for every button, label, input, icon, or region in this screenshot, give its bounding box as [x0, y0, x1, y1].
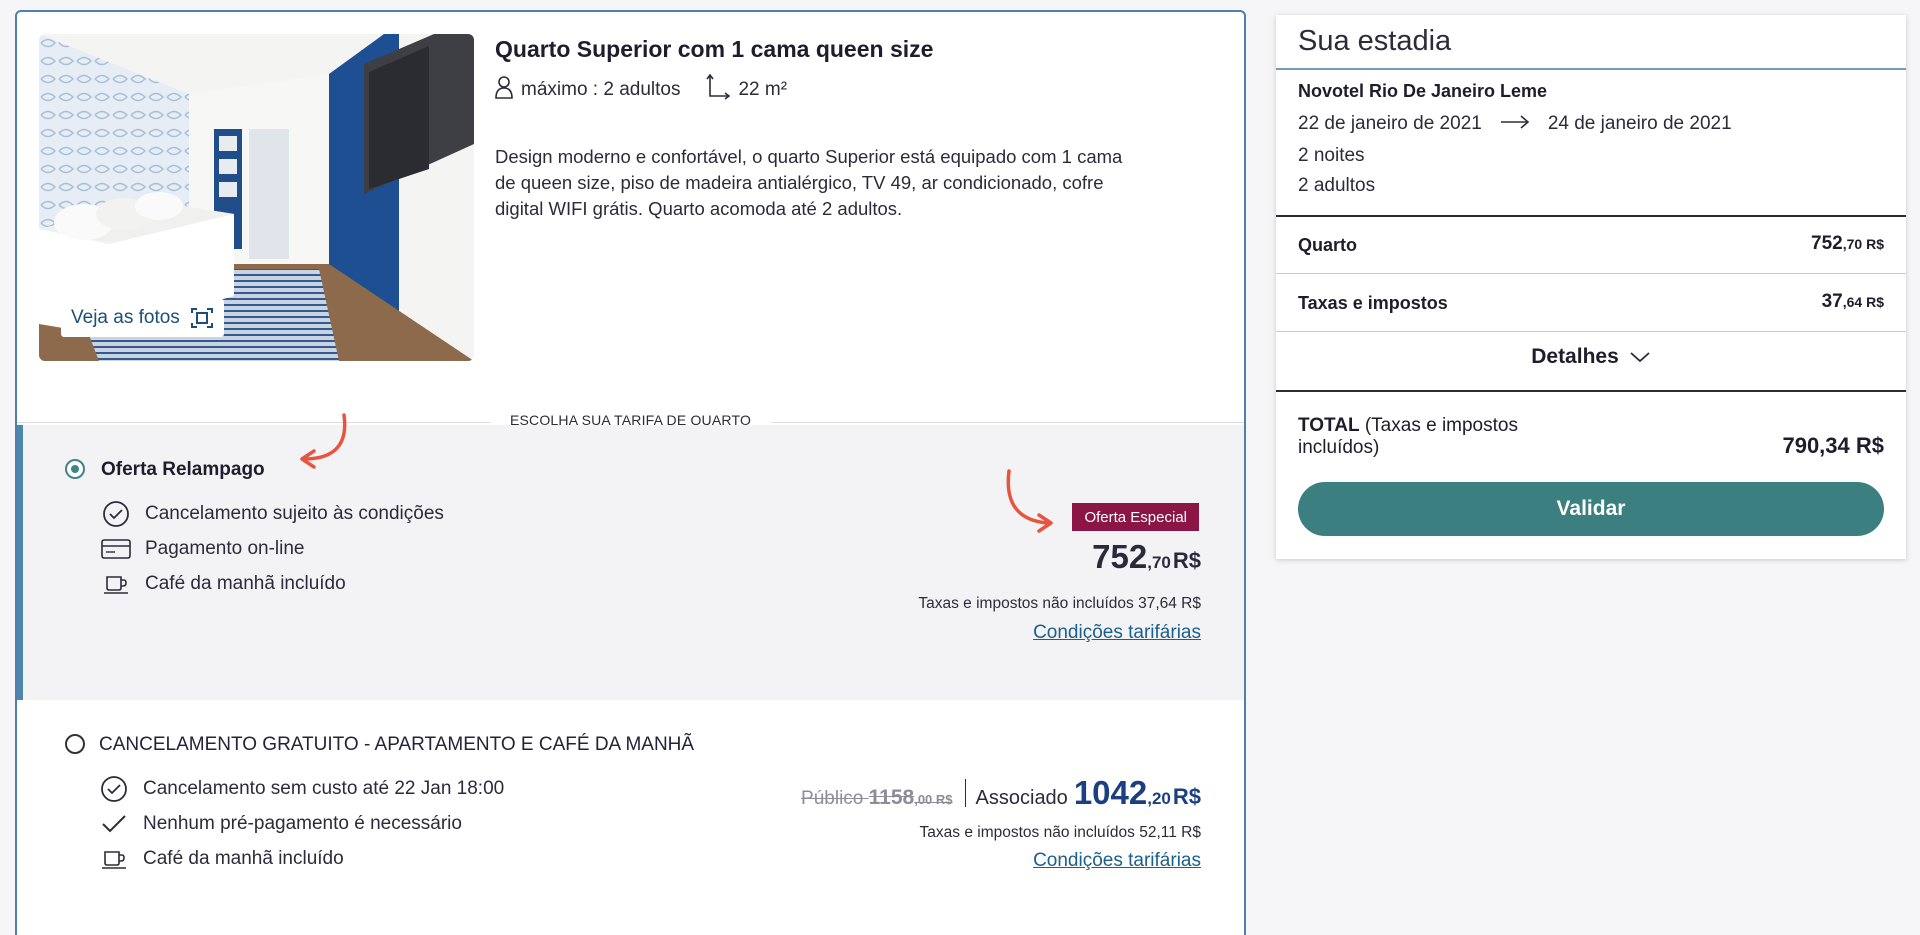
room-title: Quarto Superior com 1 cama queen size: [495, 36, 934, 62]
rate-feature-text: Pagamento on-line: [145, 538, 305, 559]
rate-feature-text: Nenhum pré-pagamento é necessário: [143, 813, 462, 834]
nights-count: 2 noites: [1298, 145, 1365, 166]
special-offer-badge: Oferta Especial: [1072, 503, 1199, 531]
member-price: 1042,20R$: [1073, 774, 1201, 811]
gallery-icon: [190, 307, 214, 329]
person-icon: [495, 75, 513, 105]
rate-feature: Nenhum pré-pagamento é necessário: [99, 810, 462, 838]
annotation-arrow-icon: [300, 413, 347, 469]
rate-option-free-cancellation[interactable]: CANCELAMENTO GRATUITO - APARTAMENTO E CA…: [17, 700, 1244, 935]
room-price-label: Quarto: [1298, 235, 1358, 255]
adults-count: 2 adultos: [1298, 175, 1376, 196]
room-header: Veja as fotos Quarto Superior com 1 cama…: [17, 12, 1244, 412]
hotel-name: Novotel Rio De Janeiro Leme: [1298, 81, 1548, 101]
rate-feature-text: Cancelamento sujeito às condições: [145, 503, 444, 524]
rate-feature-text: Café da manhã incluído: [145, 573, 346, 594]
total-label: TOTAL (Taxas e impostos incluídos): [1298, 415, 1518, 458]
rate-feature-text: Cancelamento sem custo até 22 Jan 18:00: [143, 778, 505, 799]
rate-conditions-link[interactable]: Condições tarifárias: [1033, 622, 1201, 644]
room-description: Design moderno e confortável, o quarto S…: [495, 146, 1123, 219]
room-capacity: máximo : 2 adultos: [521, 79, 681, 100]
room-meta: máximo : 2 adultos 22 m²: [495, 73, 788, 106]
room-photo[interactable]: Veja as fotos: [39, 34, 474, 361]
room-card: Veja as fotos Quarto Superior com 1 cama…: [15, 10, 1246, 935]
room-price-value: 752,70 R$: [1811, 233, 1884, 254]
rate-option-flash-offer[interactable]: Oferta Relampago Cancelamento sujeito às…: [17, 413, 1244, 700]
room-size: 22 m²: [738, 79, 788, 100]
tax-note: Taxas e impostos não incluídos 37,64 R$: [918, 595, 1201, 612]
tax-note: Taxas e impostos não incluídos 52,11 R$: [919, 824, 1201, 841]
rate-feature: Pagamento on-line: [101, 535, 305, 563]
rate-feature: Café da manhã incluído: [101, 570, 346, 598]
total-value: 790,34 R$: [1782, 433, 1884, 458]
rate-feature: Cancelamento sujeito às condições: [101, 500, 444, 528]
taxes-label: Taxas e impostos: [1298, 293, 1448, 313]
see-photos-button[interactable]: Veja as fotos: [61, 299, 224, 337]
details-toggle[interactable]: Detalhes: [1276, 345, 1906, 369]
chevron-down-icon: [1630, 352, 1650, 363]
room-size-icon: [706, 73, 731, 106]
details-label: Detalhes: [1531, 345, 1619, 368]
rate-radio-flash-offer[interactable]: [65, 459, 85, 479]
rate-name: Oferta Relampago: [101, 459, 265, 480]
date-to: 24 de janeiro de 2021: [1547, 113, 1732, 134]
stay-summary: Sua estadia Novotel Rio De Janeiro Leme …: [1276, 15, 1906, 559]
rate-feature-text: Café da manhã incluído: [143, 848, 344, 869]
rate-conditions-link[interactable]: Condições tarifárias: [1033, 850, 1201, 872]
member-label: Associado: [975, 787, 1068, 809]
check-circle-icon: [101, 500, 131, 528]
annotation-arrow-icon: [1006, 469, 1053, 533]
rate-price-comparison: Público 1158,00 R$ Associado 1042,20R$: [801, 774, 1201, 812]
booking-page: Veja as fotos Quarto Superior com 1 cama…: [0, 0, 1920, 935]
summary-title: Sua estadia: [1298, 25, 1452, 57]
rate-feature: Cancelamento sem custo até 22 Jan 18:00: [99, 775, 504, 803]
coffee-cup-icon: [101, 570, 131, 598]
rate-name: CANCELAMENTO GRATUITO - APARTAMENTO E CA…: [99, 734, 695, 755]
rate-feature: Café da manhã incluído: [99, 845, 344, 873]
credit-card-icon: [101, 535, 131, 563]
checkmark-icon: [99, 810, 129, 838]
date-from: 22 de janeiro de 2021: [1298, 113, 1482, 134]
check-circle-icon: [99, 775, 129, 803]
stay-dates: 22 de janeiro de 2021 24 de janeiro de 2…: [1298, 113, 1732, 135]
taxes-value: 37,64 R$: [1821, 291, 1884, 312]
rate-price: 752,70R$: [1092, 538, 1201, 575]
coffee-cup-icon: [99, 845, 129, 873]
rate-radio-free-cancellation[interactable]: [65, 734, 85, 754]
public-price: Público 1158,00 R$: [801, 786, 953, 809]
see-photos-label: Veja as fotos: [71, 307, 180, 328]
validate-button[interactable]: Validar: [1298, 482, 1884, 536]
arrow-right-icon: [1500, 113, 1530, 135]
